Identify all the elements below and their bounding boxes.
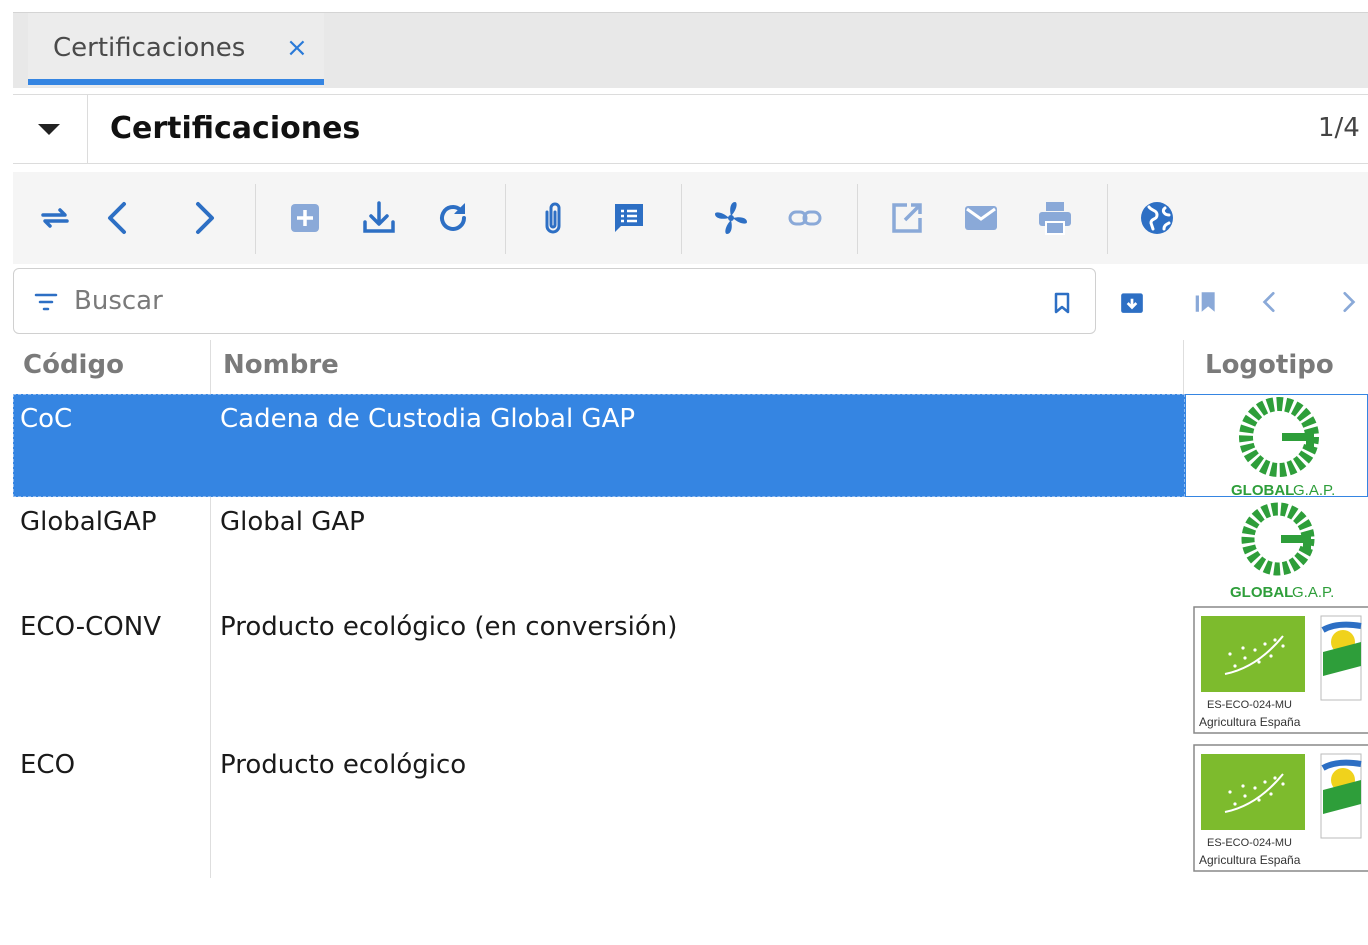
organic-caption-text: Agricultura España [1199,853,1301,867]
previous-record-icon[interactable] [89,188,149,248]
table-row[interactable]: ECO-CONV Producto ecológico (en conversi… [13,602,1368,740]
tab-label: Certificaciones [53,33,246,63]
attachment-icon[interactable] [523,188,583,248]
web-link-icon[interactable] [1127,188,1187,248]
close-tab-icon[interactable]: × [286,33,308,63]
filter-icon[interactable] [34,291,58,313]
globalgap-logo-text: GLOBAL [1231,482,1294,497]
toolbar [13,172,1368,264]
action-icon[interactable] [701,188,761,248]
email-icon[interactable] [951,188,1011,248]
globalgap-logo-suffix: G.A.P. [1293,482,1335,497]
cell-nombre: Global GAP [220,507,365,537]
saved-filters-icon[interactable] [1186,282,1226,322]
next-record-icon[interactable] [173,188,233,248]
print-icon[interactable] [1025,188,1085,248]
globalgap-logo: GLOBAL G.A.P. [1185,497,1368,602]
eu-organic-logo: ES-ECO-024-MU Agricultura España [1185,602,1368,740]
table-row[interactable]: GlobalGAP Global GAP GLOBAL G.A.P. [13,497,1368,602]
records-table: Código Nombre Logotipo CoC Cadena de Cus… [13,340,1368,880]
open-report-icon[interactable] [877,188,937,248]
column-header-nombre[interactable]: Nombre [213,340,1183,394]
switch-view-icon[interactable] [25,188,85,248]
column-header-codigo[interactable]: Código [13,340,210,394]
toolbar-divider [505,184,506,254]
next-page-icon[interactable] [1328,282,1368,322]
globalgap-logo-suffix: G.A.P. [1292,584,1334,601]
cell-nombre: Producto ecológico (en conversión) [220,612,678,642]
organic-caption-text: Agricultura España [1199,715,1301,729]
globalgap-logo-text: GLOBAL [1230,584,1293,601]
note-icon[interactable] [599,188,659,248]
tab-bar: Certificaciones × [13,12,1368,88]
cell-nombre: Producto ecológico [220,750,467,780]
cell-codigo: ECO [20,750,76,780]
cell-codigo: GlobalGAP [20,507,157,537]
toolbar-divider [857,184,858,254]
tab-certificaciones[interactable]: Certificaciones × [28,13,324,87]
cell-codigo: ECO-CONV [20,612,162,642]
page-title: Certificaciones [110,111,361,146]
toolbar-divider [681,184,682,254]
toolbar-divider [1107,184,1108,254]
organic-code-text: ES-ECO-024-MU [1207,837,1292,849]
record-counter: 1/4 [1318,113,1360,143]
active-tab-indicator [28,79,324,85]
relate-icon[interactable] [775,188,835,248]
table-row[interactable]: ECO Producto ecológico ES-ECO-024-MU Agr… [13,740,1368,878]
bookmark-icon[interactable] [1044,285,1080,321]
eu-organic-logo: ES-ECO-024-MU Agricultura España [1185,740,1368,878]
search-bar [13,268,1096,334]
form-title-bar: Certificaciones 1/4 [13,94,1368,164]
collapse-menu-button[interactable] [13,95,88,163]
column-header-logotipo[interactable]: Logotipo [1195,340,1368,394]
table-row[interactable]: CoC Cadena de Custodia Global GAP GLOBAL… [13,394,1368,497]
previous-page-icon[interactable] [1250,282,1290,322]
toolbar-divider [255,184,256,254]
new-record-icon[interactable] [275,188,335,248]
column-divider [1183,340,1184,394]
reload-icon[interactable] [423,188,483,248]
organic-code-text: ES-ECO-024-MU [1207,699,1292,711]
cell-nombre: Cadena de Custodia Global GAP [220,404,636,434]
search-input[interactable] [74,279,1034,323]
save-icon[interactable] [349,188,409,248]
cell-codigo: CoC [20,404,73,434]
archive-filter-icon[interactable] [1112,282,1152,322]
globalgap-logo: GLOBAL G.A.P. [1185,394,1368,497]
